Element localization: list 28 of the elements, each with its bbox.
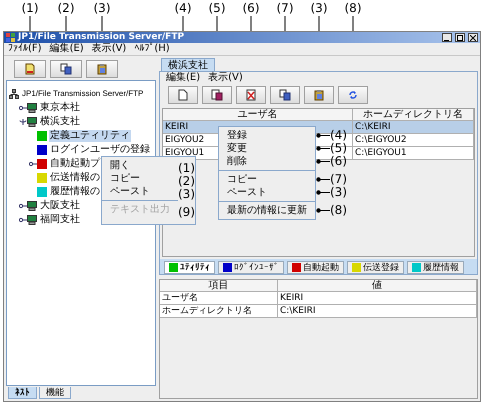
callout-label: (7): [276, 1, 294, 15]
callout-label: (2): [178, 175, 195, 188]
callout-label: (1): [20, 1, 40, 15]
column-header: ホームディレクトリ名: [353, 109, 474, 121]
callout-label: (6): [242, 1, 260, 15]
column-header: ユーザ名: [163, 109, 353, 121]
column-header: 項目: [160, 280, 278, 292]
callout-label: (3): [92, 1, 112, 15]
callout-label: (7): [330, 173, 347, 186]
callout-label: (6): [330, 155, 347, 168]
callout-label: (5): [208, 1, 226, 15]
table-cell: C:\KEIRI: [278, 305, 477, 318]
callout-label: (5): [330, 142, 347, 155]
callout-label: (3): [330, 186, 347, 199]
callout-label: (8): [330, 204, 347, 217]
callout-label: (3): [178, 188, 195, 201]
callout-label: (4): [330, 129, 347, 142]
callout-label: (4): [174, 1, 192, 15]
callout-label: (8): [344, 1, 362, 15]
table-cell: ユーザ名: [160, 292, 278, 305]
callout-label: (9): [178, 206, 195, 219]
table-cell: ホームディレクトリ名: [160, 305, 278, 318]
callout-label: (1): [178, 162, 195, 175]
window-title: JP1/File Transmission Server/FTP: [18, 32, 186, 42]
table-cell: KEIRI: [278, 292, 477, 305]
callout-label: (2): [56, 1, 76, 15]
callout-label: (3): [310, 1, 328, 15]
column-header: 値: [278, 280, 477, 292]
